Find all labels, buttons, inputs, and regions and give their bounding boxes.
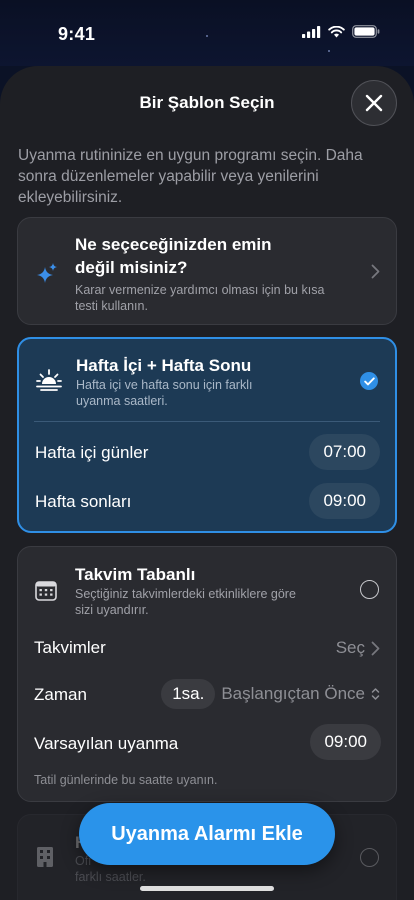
default-wake-label: Varsayılan uyanma [34,734,179,753]
sheet-subtitle: Uyanma rutininize en uygun programı seçi… [18,147,363,206]
status-time: 9:41 [58,24,96,44]
home-indicator [140,886,274,891]
weekday-weekend-card[interactable]: Hafta İçi + Hafta Sonu Hafta içi ve haft… [17,337,397,533]
quiz-card-title-line2: değil misiniz? [75,258,188,277]
wifi-icon [328,25,345,37]
calendar-card-desc-line2: sizi uyandırır. [75,603,149,617]
chevron-up-down-icon [371,688,380,700]
chevron-right-icon [371,641,380,655]
status-bar: 9:41 [0,0,414,66]
battery-icon [352,25,380,38]
selected-check-icon [360,372,378,390]
quiz-card-desc-line2: testi kullanın. [75,299,148,313]
weekday-weekend-title: Hafta İçi + Hafta Sonu [76,356,252,375]
time-controls: 1sa. Başlangıçtan Önce [161,679,380,709]
weekday-weekend-desc-line2: uyanma saatleri. [76,394,168,408]
calendars-select[interactable]: Seç [336,638,380,658]
time-label: Zaman [34,685,87,704]
weekends-time-button[interactable]: 09:00 [309,483,380,519]
calendar-card-radio[interactable] [360,580,379,599]
close-icon [365,94,383,112]
template-sheet: Bir Şablon Seçin Uyanma rutininize en uy… [0,66,414,900]
time-mode-select[interactable]: Başlangıçtan Önce [221,684,365,704]
weekends-label: Hafta sonları [35,492,132,511]
calendar-card-title: Takvim Tabanlı [75,565,196,584]
card-divider [34,421,380,422]
office-card-radio[interactable] [360,848,379,867]
calendar-card-desc-line1: Seçtiğiniz takvimlerdeki etkinliklere gö… [75,587,296,601]
calendars-label: Takvimler [34,638,106,657]
sunrise-icon [36,369,62,391]
calendar-icon [35,581,57,601]
quiz-card-desc-line1: Karar vermenize yardımcı olması için bu … [75,283,325,297]
cellular-signal-icon [302,25,321,38]
quiz-card-title-line1: Ne seçeceğinizden emin [75,235,272,254]
status-icons [302,25,380,38]
calendars-select-value: Seç [335,638,365,657]
default-wake-time-button[interactable]: 09:00 [310,724,381,760]
sparkles-icon [37,263,57,283]
holiday-note: Tatil günlerinde bu saatte uyanın. [34,773,218,787]
close-button[interactable] [351,80,397,126]
star-decoration [206,35,208,37]
add-wake-alarm-button[interactable]: Uyanma Alarmı Ekle [79,803,335,865]
weekday-weekend-desc-line1: Hafta içi ve hafta sonu için farklı [76,378,253,392]
chevron-right-icon [371,264,380,279]
calendar-based-card[interactable]: Takvim Tabanlı Seçtiğiniz takvimlerdeki … [17,546,397,802]
time-amount-button[interactable]: 1sa. [161,679,216,709]
weekdays-label: Hafta içi günler [35,443,149,462]
quiz-card[interactable]: Ne seçeceğinizden emin değil misiniz? Ka… [17,217,397,325]
building-icon [37,847,53,867]
office-card-desc-line2: farklı saatler. [75,870,146,884]
weekdays-time-button[interactable]: 07:00 [309,434,380,470]
star-decoration [328,50,330,52]
